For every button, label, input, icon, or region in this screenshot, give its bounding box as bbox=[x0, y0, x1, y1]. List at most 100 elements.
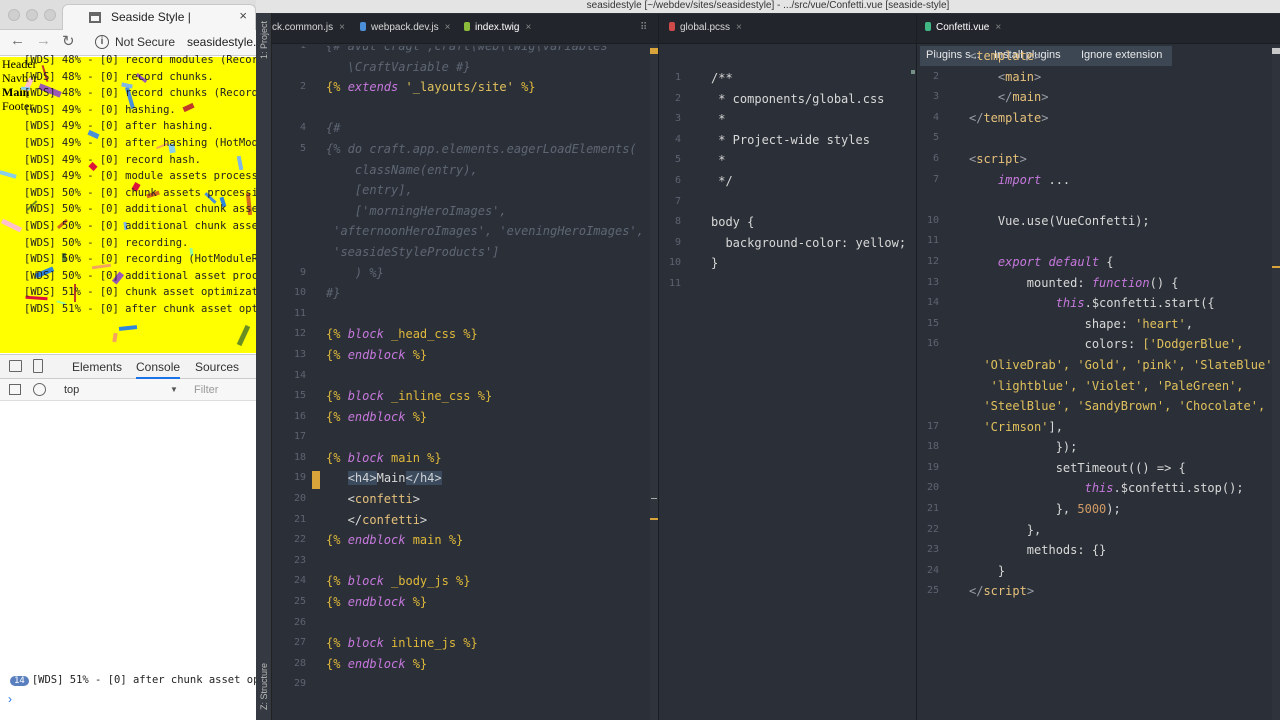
info-icon[interactable]: i bbox=[95, 35, 109, 49]
console-filter-input[interactable]: Filter bbox=[194, 384, 218, 396]
code-line[interactable]: setTimeout(() => { bbox=[969, 458, 1272, 479]
context-selector[interactable]: top bbox=[64, 384, 79, 396]
tab-elements[interactable]: Elements bbox=[72, 360, 122, 374]
code-line[interactable]: </confetti> bbox=[326, 510, 644, 531]
code-line[interactable]: {% do craft.app.elements.eagerLoadElemen… bbox=[326, 139, 644, 160]
vue-editor[interactable]: 1234567 10 11 12 13 14 15 16 17 18 19 20 21 22 23 24 2… bbox=[917, 46, 1272, 720]
address-bar[interactable]: seasidestyle. bbox=[187, 35, 256, 49]
code-line[interactable]: 'SteelBlue', 'SandyBrown', 'Chocolate', bbox=[969, 396, 1272, 417]
code-line[interactable]: methods: {} bbox=[969, 540, 1272, 561]
code-line[interactable]: {% endblock %} bbox=[326, 654, 644, 675]
code-line[interactable]: colors: ['DodgerBlue', bbox=[969, 334, 1272, 355]
console-prompt[interactable]: › bbox=[8, 692, 12, 706]
code-line[interactable]: * bbox=[711, 109, 906, 130]
code-line[interactable]: import ... bbox=[969, 170, 1272, 191]
code-line[interactable] bbox=[326, 304, 644, 325]
clear-console-icon[interactable] bbox=[33, 383, 46, 396]
code-line[interactable]: Vue.use(VueConfetti); bbox=[969, 211, 1272, 232]
close-icon[interactable]: × bbox=[736, 22, 742, 33]
close-tab-icon[interactable]: × bbox=[239, 8, 247, 23]
code-line[interactable]: }, bbox=[969, 520, 1272, 541]
pcss-editor[interactable]: 1 2 3 4 5 6 7 8 9 10 11 /** * components/global.cs… bbox=[659, 66, 916, 720]
code-line[interactable]: 'OliveDrab', 'Gold', 'pink', 'SlateBlue'… bbox=[969, 355, 1272, 376]
code-line[interactable]: /** bbox=[711, 68, 906, 89]
code-line[interactable]: {# bbox=[326, 118, 644, 139]
code-line[interactable]: }, 5000); bbox=[969, 499, 1272, 520]
code-line[interactable] bbox=[969, 190, 1272, 211]
code-line[interactable]: <h4>Main</h4> bbox=[326, 468, 644, 489]
code-line[interactable] bbox=[326, 366, 644, 387]
code-line[interactable]: {% endblock main %} bbox=[326, 530, 644, 551]
tab-global-pcss[interactable]: global.pcss × bbox=[669, 22, 742, 33]
device-toolbar-icon[interactable] bbox=[33, 359, 43, 373]
window-zoom-button[interactable] bbox=[44, 9, 56, 21]
code-line[interactable]: * Project-wide styles bbox=[711, 130, 906, 151]
tab-index-twig[interactable]: index.twig × bbox=[464, 22, 531, 33]
twig-code[interactable]: {# avut cragt ;craft\web\twig\variables … bbox=[326, 46, 644, 695]
code-line[interactable] bbox=[711, 192, 906, 213]
code-line[interactable]: 'Crimson'], bbox=[969, 417, 1272, 438]
close-icon[interactable]: × bbox=[445, 22, 451, 33]
code-line[interactable]: {% endblock %} bbox=[326, 592, 644, 613]
code-line[interactable]: {% block inline_js %} bbox=[326, 633, 644, 654]
code-line[interactable]: </main> bbox=[969, 87, 1272, 108]
code-line[interactable]: }); bbox=[969, 437, 1272, 458]
code-line[interactable]: {% extends '_layouts/site' %} bbox=[326, 77, 644, 98]
browser-tab[interactable]: Seaside Style | × bbox=[62, 4, 256, 31]
window-close-button[interactable] bbox=[8, 9, 20, 21]
vue-code[interactable]: <template> <main> </main> </template> <sc… bbox=[969, 46, 1272, 623]
code-line[interactable] bbox=[326, 613, 644, 634]
tab-sources[interactable]: Sources bbox=[195, 360, 239, 374]
code-line[interactable]: \CraftVariable #} bbox=[326, 57, 644, 78]
code-line[interactable] bbox=[326, 551, 644, 572]
code-line[interactable] bbox=[969, 602, 1272, 623]
code-line[interactable]: #} bbox=[326, 283, 644, 304]
context-dropdown-icon[interactable]: ▼ bbox=[170, 385, 178, 394]
twig-editor[interactable]: 1 2 4 5 9 10 11 12 13 14 15 16 17 18 19 20 21 22 23 24 25… bbox=[272, 46, 650, 720]
code-line[interactable]: * components/global.css bbox=[711, 89, 906, 110]
code-line[interactable]: 'lightblue', 'Violet', 'PaleGreen', bbox=[969, 376, 1272, 397]
vue-status-marker[interactable] bbox=[1272, 48, 1280, 54]
code-line[interactable]: 'afternoonHeroImages', 'eveningHeroImage… bbox=[326, 221, 644, 242]
close-icon[interactable]: × bbox=[995, 22, 1001, 33]
sidebar-toggle-icon[interactable] bbox=[9, 384, 21, 395]
code-line[interactable]: {# avut cragt ;craft\web\twig\variables bbox=[326, 46, 644, 57]
code-line[interactable]: shape: 'heart', bbox=[969, 314, 1272, 335]
code-line[interactable]: this.$confetti.start({ bbox=[969, 293, 1272, 314]
code-line[interactable] bbox=[326, 427, 644, 448]
code-line[interactable]: export default { bbox=[969, 252, 1272, 273]
code-line[interactable]: {% block _head_css %} bbox=[326, 324, 644, 345]
code-line[interactable]: ['morningHeroImages', bbox=[326, 201, 644, 222]
reload-icon[interactable]: ↻ bbox=[62, 32, 75, 50]
window-minimize-button[interactable] bbox=[26, 9, 38, 21]
code-line[interactable]: <template> bbox=[969, 46, 1272, 67]
inspect-element-icon[interactable] bbox=[9, 360, 22, 372]
vue-scrollbar[interactable] bbox=[1272, 46, 1280, 720]
code-line[interactable]: } bbox=[969, 561, 1272, 582]
close-icon[interactable]: × bbox=[525, 22, 531, 33]
code-line[interactable]: */ bbox=[711, 171, 906, 192]
back-arrow-icon[interactable]: ← bbox=[10, 32, 25, 49]
project-tool-button[interactable]: 1: Project bbox=[259, 21, 269, 59]
code-line[interactable]: background-color: yellow; bbox=[711, 233, 906, 254]
code-line[interactable] bbox=[326, 98, 644, 119]
twig-warning-marker[interactable] bbox=[650, 48, 658, 54]
code-line[interactable]: {% endblock %} bbox=[326, 345, 644, 366]
code-line[interactable]: </script> bbox=[969, 581, 1272, 602]
code-line[interactable] bbox=[326, 674, 644, 695]
pcss-code[interactable]: /** * components/global.css * * Project-… bbox=[711, 68, 906, 295]
tab-common-js[interactable]: ck.common.js × bbox=[272, 22, 345, 33]
structure-tool-button[interactable]: Z: Structure bbox=[259, 663, 269, 710]
code-line[interactable]: body { bbox=[711, 212, 906, 233]
code-line[interactable]: </template> bbox=[969, 108, 1272, 129]
code-line[interactable]: this.$confetti.stop(); bbox=[969, 478, 1272, 499]
code-line[interactable]: className(entry), bbox=[326, 160, 644, 181]
code-line[interactable] bbox=[711, 274, 906, 295]
code-line[interactable]: <confetti> bbox=[326, 489, 644, 510]
code-line[interactable]: mounted: function() { bbox=[969, 273, 1272, 294]
code-line[interactable]: 'seasideStyleProducts'] bbox=[326, 242, 644, 263]
code-line[interactable]: } bbox=[711, 253, 906, 274]
tab-confetti-vue[interactable]: Confetti.vue × bbox=[925, 22, 1001, 33]
code-line[interactable]: {% block main %} bbox=[326, 448, 644, 469]
tab-overflow-icon[interactable]: ⠿ bbox=[640, 22, 647, 33]
